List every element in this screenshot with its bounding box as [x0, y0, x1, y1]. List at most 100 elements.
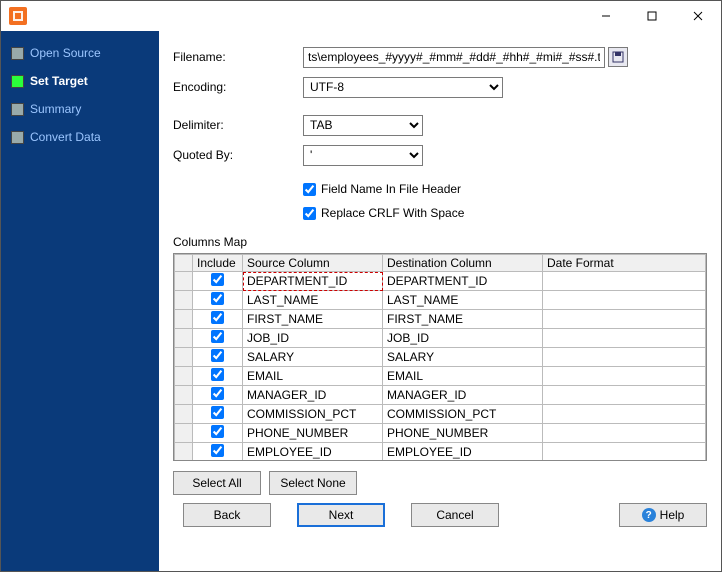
row-header[interactable] — [175, 348, 193, 367]
table-row[interactable]: PHONE_NUMBERPHONE_NUMBER — [175, 424, 706, 443]
include-cell[interactable] — [193, 348, 243, 367]
dest-cell[interactable]: EMAIL — [383, 367, 543, 386]
row-header[interactable] — [175, 424, 193, 443]
source-cell[interactable]: JOB_ID — [243, 329, 383, 348]
minimize-button[interactable] — [583, 1, 629, 31]
include-checkbox[interactable] — [211, 273, 224, 286]
dest-cell[interactable]: JOB_ID — [383, 329, 543, 348]
maximize-button[interactable] — [629, 1, 675, 31]
row-header[interactable] — [175, 386, 193, 405]
encoding-select[interactable]: UTF-8 — [303, 77, 503, 98]
datefmt-cell[interactable] — [543, 367, 706, 386]
include-checkbox[interactable] — [211, 311, 224, 324]
next-button[interactable]: Next — [297, 503, 385, 527]
table-row[interactable]: EMPLOYEE_IDEMPLOYEE_ID — [175, 443, 706, 462]
table-row[interactable]: FIRST_NAMEFIRST_NAME — [175, 310, 706, 329]
col-source[interactable]: Source Column — [243, 255, 383, 272]
source-cell[interactable]: FIRST_NAME — [243, 310, 383, 329]
source-cell[interactable]: EMAIL — [243, 367, 383, 386]
table-row[interactable]: COMMISSION_PCTCOMMISSION_PCT — [175, 405, 706, 424]
help-button[interactable]: ? Help — [619, 503, 707, 527]
dest-cell[interactable]: SALARY — [383, 348, 543, 367]
sidebar-item-convert-data[interactable]: Convert Data — [1, 123, 159, 151]
dest-cell[interactable]: EMPLOYEE_ID — [383, 443, 543, 462]
table-row[interactable]: EMAILEMAIL — [175, 367, 706, 386]
include-cell[interactable] — [193, 443, 243, 462]
source-cell[interactable]: SALARY — [243, 348, 383, 367]
table-row[interactable]: LAST_NAMELAST_NAME — [175, 291, 706, 310]
datefmt-cell[interactable] — [543, 424, 706, 443]
filename-input[interactable] — [303, 47, 605, 68]
include-cell[interactable] — [193, 424, 243, 443]
titlebar — [1, 1, 721, 31]
row-header[interactable] — [175, 443, 193, 462]
datefmt-cell[interactable] — [543, 348, 706, 367]
row-header[interactable] — [175, 272, 193, 291]
dest-cell[interactable]: FIRST_NAME — [383, 310, 543, 329]
source-cell[interactable]: LAST_NAME — [243, 291, 383, 310]
dest-cell[interactable]: DEPARTMENT_ID — [383, 272, 543, 291]
replace-crlf-checkbox[interactable] — [303, 207, 316, 220]
include-cell[interactable] — [193, 310, 243, 329]
col-dest[interactable]: Destination Column — [383, 255, 543, 272]
include-cell[interactable] — [193, 329, 243, 348]
quoted-by-select[interactable]: ' — [303, 145, 423, 166]
sidebar-item-summary[interactable]: Summary — [1, 95, 159, 123]
sidebar-item-open-source[interactable]: Open Source — [1, 39, 159, 67]
source-cell[interactable]: COMMISSION_PCT — [243, 405, 383, 424]
field-header-label: Field Name In File Header — [321, 182, 461, 196]
wizard-sidebar: Open Source Set Target Summary Convert D… — [1, 31, 159, 571]
delimiter-label: Delimiter: — [173, 118, 303, 132]
table-row[interactable]: JOB_IDJOB_ID — [175, 329, 706, 348]
col-include[interactable]: Include — [193, 255, 243, 272]
dest-cell[interactable]: MANAGER_ID — [383, 386, 543, 405]
sidebar-item-set-target[interactable]: Set Target — [1, 67, 159, 95]
delimiter-select[interactable]: TAB — [303, 115, 423, 136]
source-cell[interactable]: MANAGER_ID — [243, 386, 383, 405]
source-cell[interactable]: PHONE_NUMBER — [243, 424, 383, 443]
source-cell[interactable]: DEPARTMENT_ID — [243, 272, 383, 291]
include-cell[interactable] — [193, 367, 243, 386]
include-checkbox[interactable] — [211, 368, 224, 381]
datefmt-cell[interactable] — [543, 291, 706, 310]
datefmt-cell[interactable] — [543, 443, 706, 462]
include-checkbox[interactable] — [211, 330, 224, 343]
dest-cell[interactable]: COMMISSION_PCT — [383, 405, 543, 424]
row-header[interactable] — [175, 367, 193, 386]
datefmt-cell[interactable] — [543, 405, 706, 424]
row-header[interactable] — [175, 310, 193, 329]
include-checkbox[interactable] — [211, 406, 224, 419]
include-cell[interactable] — [193, 386, 243, 405]
table-row[interactable]: MANAGER_IDMANAGER_ID — [175, 386, 706, 405]
columns-table-wrap: Include Source Column Destination Column… — [173, 253, 707, 461]
source-cell[interactable]: EMPLOYEE_ID — [243, 443, 383, 462]
include-cell[interactable] — [193, 291, 243, 310]
row-header[interactable] — [175, 405, 193, 424]
include-checkbox[interactable] — [211, 292, 224, 305]
table-row[interactable]: SALARYSALARY — [175, 348, 706, 367]
back-button[interactable]: Back — [183, 503, 271, 527]
dest-cell[interactable]: PHONE_NUMBER — [383, 424, 543, 443]
col-datefmt[interactable]: Date Format — [543, 255, 706, 272]
encoding-label: Encoding: — [173, 80, 303, 94]
row-header[interactable] — [175, 329, 193, 348]
row-header[interactable] — [175, 291, 193, 310]
select-all-button[interactable]: Select All — [173, 471, 261, 495]
table-row[interactable]: DEPARTMENT_IDDEPARTMENT_ID — [175, 272, 706, 291]
browse-file-button[interactable] — [608, 47, 628, 67]
include-checkbox[interactable] — [211, 425, 224, 438]
datefmt-cell[interactable] — [543, 310, 706, 329]
include-cell[interactable] — [193, 272, 243, 291]
include-checkbox[interactable] — [211, 444, 224, 457]
select-none-button[interactable]: Select None — [269, 471, 357, 495]
dest-cell[interactable]: LAST_NAME — [383, 291, 543, 310]
datefmt-cell[interactable] — [543, 329, 706, 348]
datefmt-cell[interactable] — [543, 386, 706, 405]
include-checkbox[interactable] — [211, 387, 224, 400]
datefmt-cell[interactable] — [543, 272, 706, 291]
close-button[interactable] — [675, 1, 721, 31]
field-header-checkbox[interactable] — [303, 183, 316, 196]
include-cell[interactable] — [193, 405, 243, 424]
include-checkbox[interactable] — [211, 349, 224, 362]
cancel-button[interactable]: Cancel — [411, 503, 499, 527]
